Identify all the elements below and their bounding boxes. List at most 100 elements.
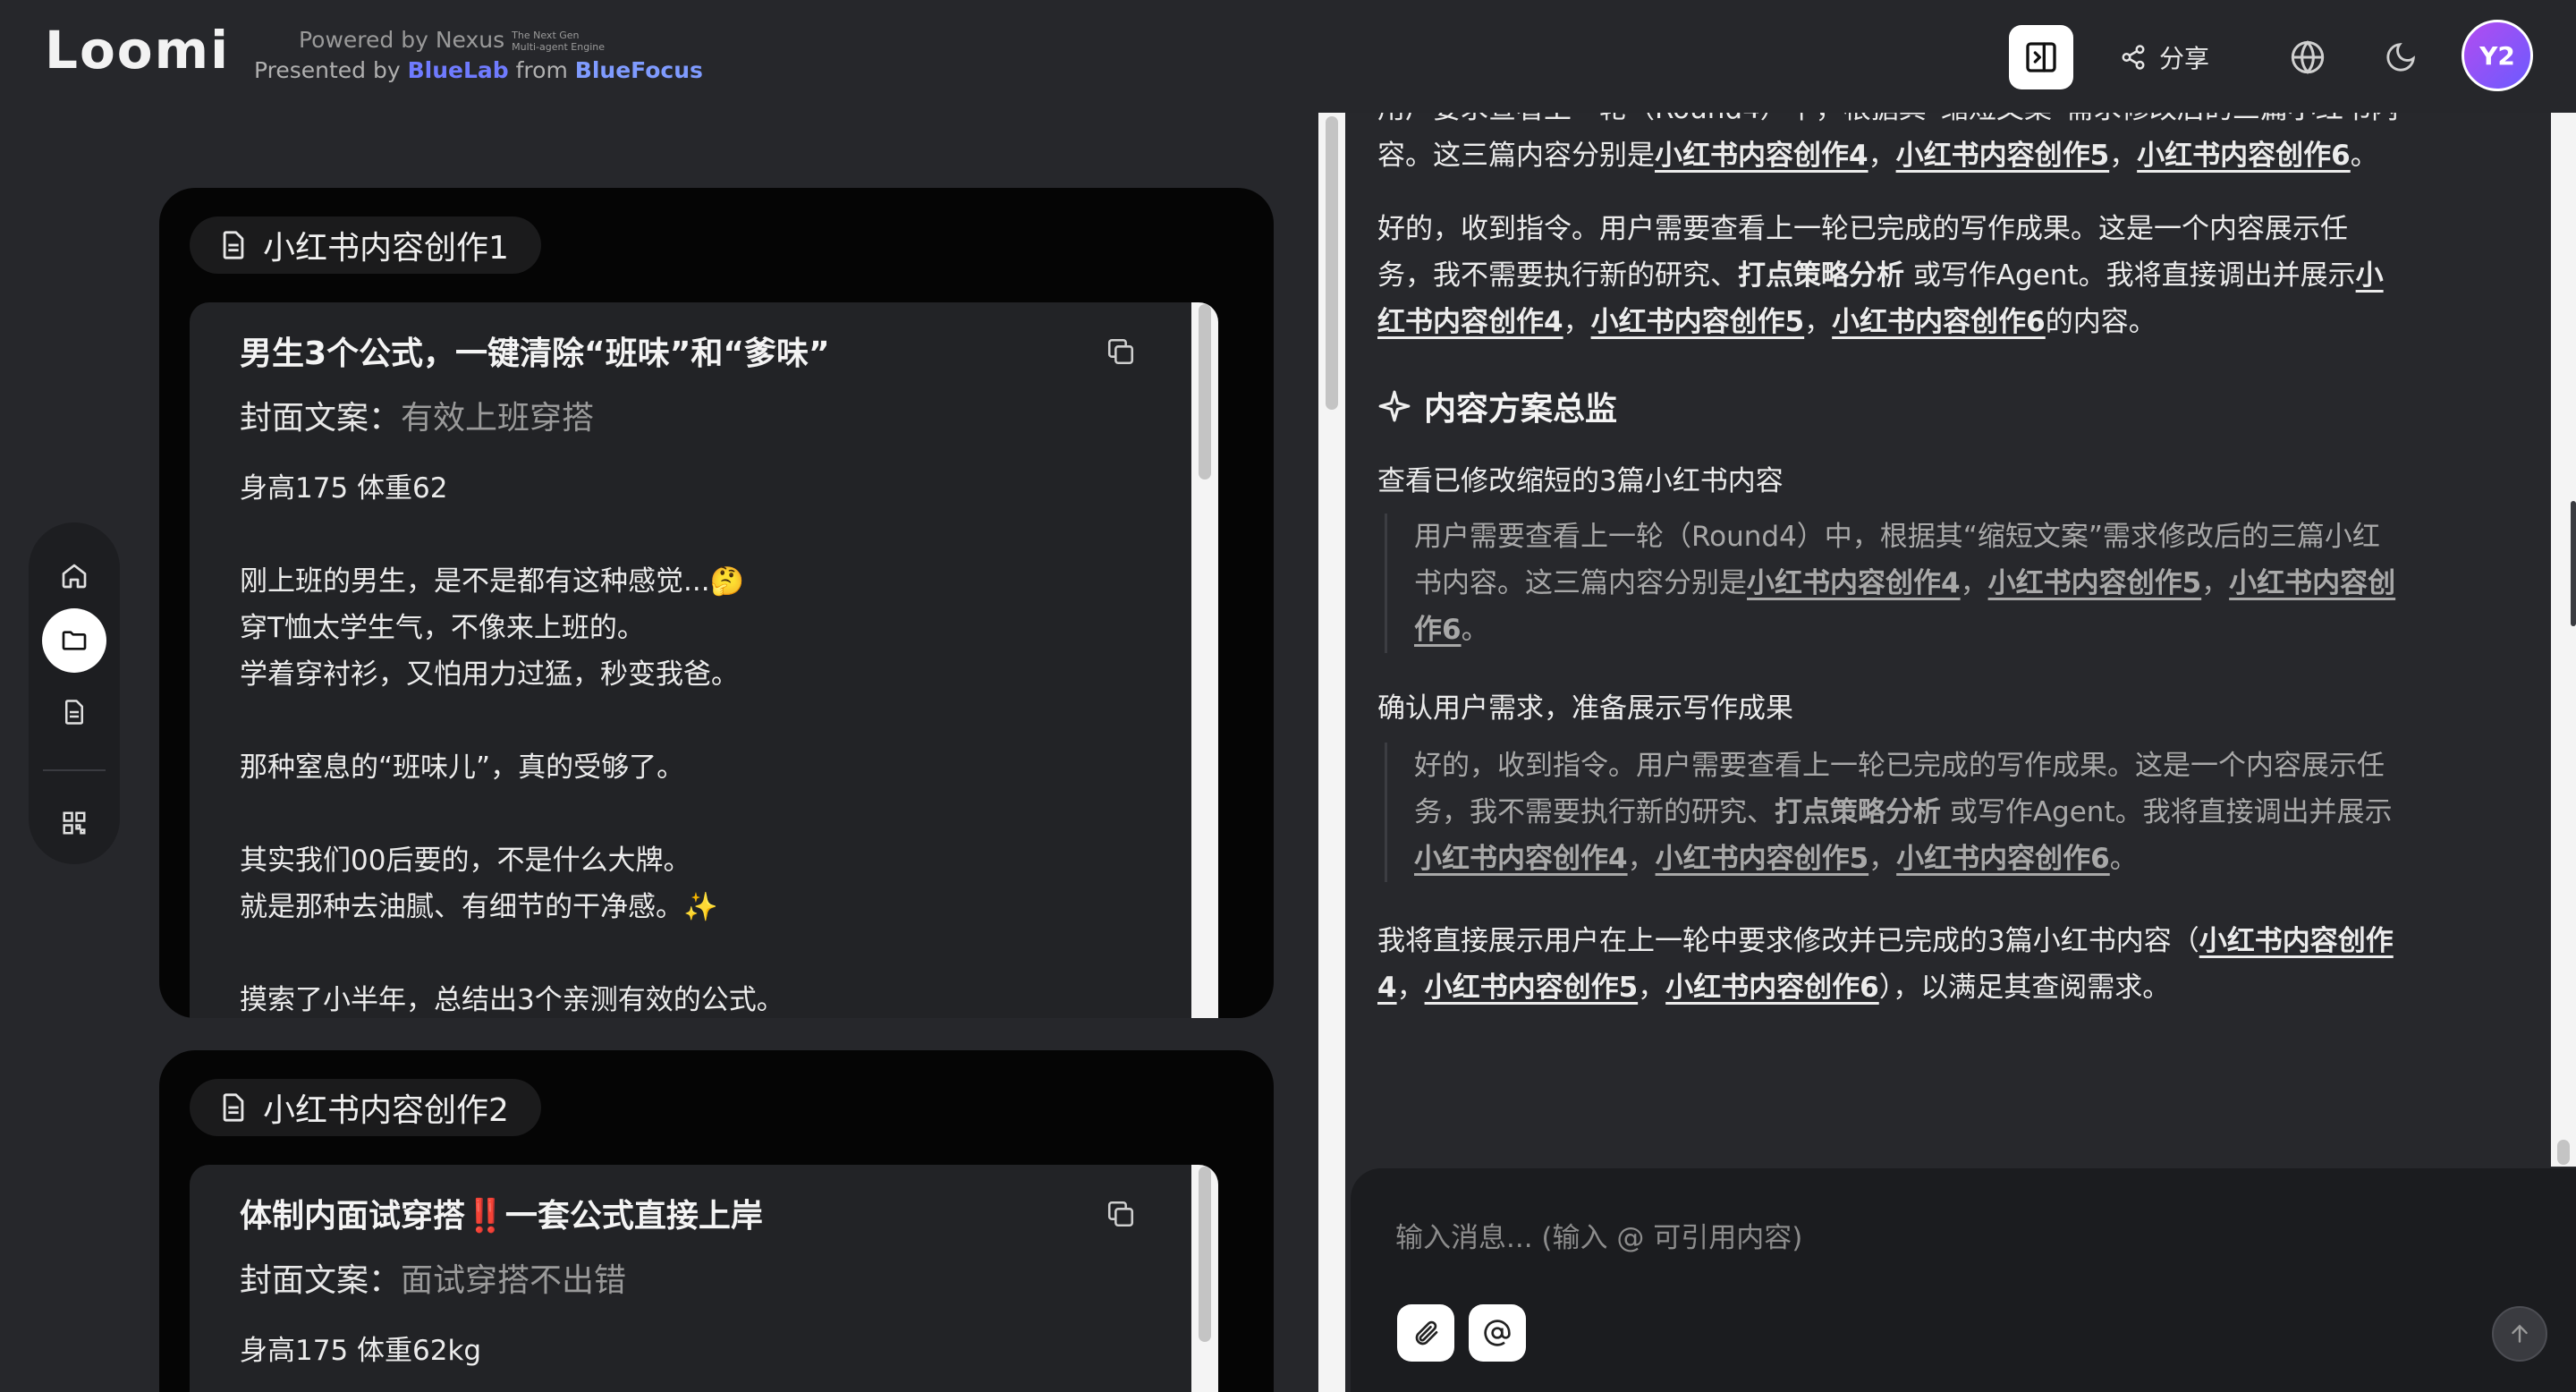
- cover-copy: 封面文案：有效上班穿搭: [240, 392, 594, 438]
- chat-sep: ，: [2201, 567, 2230, 599]
- link-creation-4[interactable]: 4: [1377, 972, 1397, 1004]
- link-creation-4[interactable]: 小红书内容创作: [2199, 925, 2394, 957]
- edge-handle[interactable]: [2571, 501, 2576, 626]
- nav-home[interactable]: [42, 544, 106, 608]
- link-creation-5[interactable]: 小红书内容创作5: [1988, 567, 2202, 599]
- link-creation-6[interactable]: 小红书内容创作6: [1832, 306, 2046, 338]
- quote-line: 用户需要查看上一轮（Round4）中，根据其“缩短文案”需求修改后的三篇小红: [1414, 521, 2380, 553]
- link-creation-4[interactable]: 小: [2356, 259, 2384, 292]
- content-scrollbar[interactable]: [1318, 113, 1345, 1392]
- chat-scrollbar[interactable]: [2551, 113, 2576, 1167]
- card-scrollbar[interactable]: [1191, 302, 1218, 1018]
- chat-bold: 打点策略分析: [1738, 259, 1904, 292]
- globe-icon: [2291, 40, 2325, 74]
- cover-label: 封面文案：: [240, 1262, 402, 1299]
- scroll-thumb[interactable]: [1199, 304, 1211, 480]
- link-creation-4[interactable]: 小红书内容创作4: [1655, 140, 1868, 172]
- attach-button[interactable]: [1397, 1304, 1454, 1362]
- panel-toggle-icon: [2026, 42, 2056, 72]
- mention-button[interactable]: [1469, 1304, 1526, 1362]
- nav-qrcode[interactable]: [42, 791, 106, 855]
- link-creation-5[interactable]: 小红书内容创作5: [1656, 843, 1869, 875]
- post-title: 体制内面试穿搭‼️一套公式直接上岸: [240, 1198, 763, 1235]
- quote-text: 书内容。这三篇内容分别是: [1414, 567, 1747, 599]
- message-input[interactable]: 输入消息... (输入 @ 可引用内容): [1395, 1215, 1802, 1255]
- chat-text: 或写作Agent。我将直接调出并展示: [1904, 259, 2356, 292]
- link-creation-4[interactable]: 小红书内容创作4: [1747, 567, 1961, 599]
- sparkle-icon: [1378, 390, 1411, 422]
- post-line: 身高175 体重62: [240, 472, 448, 505]
- card-title: 小红书内容创作2: [263, 1092, 509, 1129]
- chat-line: 4，小红书内容创作5，小红书内容创作6），以满足其查阅需求。: [1377, 964, 2513, 1011]
- link-creation-4[interactable]: 小红书内容创作4: [1414, 843, 1628, 875]
- arrow-up-icon: [2512, 1324, 2528, 1343]
- post-line: 那种窒息的“班味儿”，真的受够了。: [240, 751, 685, 784]
- presented-by: Presented by BlueLab from BlueFocus: [254, 57, 703, 83]
- link-creation-5[interactable]: 小红书内容创作5: [1896, 140, 2110, 172]
- content-card: 小红书内容创作1 男生3个公式，一键清除“班味”和“爹味” 封面文案：有效上班穿…: [159, 188, 1274, 1018]
- link-creation-6[interactable]: 小红书内容创作6: [2137, 140, 2351, 172]
- chat-text: 务，我不需要执行新的研究、: [1377, 259, 1738, 292]
- chat-line: 务，我不需要执行新的研究、打点策略分析 或写作Agent。我将直接调出并展示小: [1377, 252, 2513, 299]
- quote-line: 好的，收到指令。用户需要查看上一轮已完成的写作成果。这是一个内容展示任: [1414, 750, 2385, 782]
- step-detail: 好的，收到指令。用户需要查看上一轮已完成的写作成果。这是一个内容展示任 务，我不…: [1385, 743, 2503, 882]
- chat-paragraph: 好的，收到指令。用户需要查看上一轮已完成的写作成果。这是一个内容展示任 务，我不…: [1377, 206, 2513, 345]
- presented-from: from: [508, 57, 575, 83]
- link-creation-4[interactable]: 红书内容创作4: [1377, 306, 1563, 338]
- step-title: 确认用户需求，准备展示写作成果: [1377, 692, 1793, 725]
- scroll-thumb[interactable]: [1326, 116, 1338, 410]
- paperclip-icon: [1415, 1320, 1438, 1345]
- link-creation-6[interactable]: 小红书内容创作6: [1896, 843, 2110, 875]
- chat-line: 好的，收到指令。用户需要查看上一轮已完成的写作成果。这是一个内容展示任: [1377, 213, 2348, 245]
- quote-line: 务，我不需要执行新的研究、打点策略分析 或写作Agent。我将直接调出并展示: [1414, 789, 2503, 836]
- card-tab[interactable]: 小红书内容创作2: [190, 1079, 541, 1136]
- chat-period: 。: [2350, 140, 2378, 172]
- card-scrollbar[interactable]: [1191, 1165, 1218, 1392]
- chat-paragraph: 我将直接展示用户在上一轮中要求修改并已完成的3篇小红书内容（小红书内容创作 4，…: [1377, 918, 2513, 1011]
- step-title: 查看已修改缩短的3篇小红书内容: [1377, 465, 1784, 497]
- scroll-thumb[interactable]: [2557, 1140, 2570, 1165]
- link-creation-5[interactable]: 小红书内容创作5: [1425, 972, 1639, 1004]
- folder-icon: [62, 631, 87, 650]
- post-line: [240, 698, 1188, 744]
- quote-text: 或写作Agent。我将直接调出并展示: [1941, 796, 2393, 828]
- chat-sep: ，: [1627, 843, 1656, 875]
- message-composer: 输入消息... (输入 @ 可引用内容): [1351, 1168, 2576, 1392]
- panel-toggle-button[interactable]: [2009, 25, 2073, 89]
- app-logo[interactable]: Loomi: [45, 20, 230, 81]
- link-creation-6[interactable]: 小红书内容创作6: [1665, 972, 1879, 1004]
- chat-text: 容。这三篇内容分别是: [1377, 140, 1655, 172]
- send-button[interactable]: [2492, 1306, 2547, 1362]
- copy-icon[interactable]: [1106, 336, 1136, 367]
- nav-folder[interactable]: [42, 608, 106, 673]
- scroll-thumb[interactable]: [1199, 1167, 1211, 1342]
- chat-sep: ，: [1563, 306, 1591, 338]
- presented-bluelab: BlueLab: [407, 57, 509, 83]
- document-icon: [223, 1093, 244, 1122]
- post-body: 身高175 体重62kg: [240, 1328, 1188, 1374]
- cover-copy: 封面文案：面试穿搭不出错: [240, 1254, 626, 1301]
- card-tab[interactable]: 小红书内容创作1: [190, 216, 541, 274]
- chat-sep: ，: [1638, 972, 1666, 1004]
- language-button[interactable]: [2286, 36, 2329, 79]
- cover-label: 封面文案：: [240, 400, 402, 437]
- chat-line: 红书内容创作4，小红书内容创作5，小红书内容创作6的内容。: [1377, 299, 2513, 345]
- at-sign-icon: [1484, 1320, 1511, 1346]
- chat-line: 用户要求查看上一轮（Round4）中，根据其“缩短文案”需求修改后的三篇小红书内: [1377, 113, 2513, 132]
- powered-tagline: The Next Gen Multi-agent Engine: [512, 30, 605, 53]
- post-line: [240, 930, 1188, 977]
- copy-icon[interactable]: [1106, 1199, 1136, 1229]
- theme-toggle-button[interactable]: [2379, 36, 2422, 79]
- link-creation-6[interactable]: 作6: [1414, 614, 1462, 646]
- qrcode-icon: [63, 811, 86, 835]
- powered-tagline-1: The Next Gen: [512, 30, 580, 41]
- link-creation-5[interactable]: 小红书内容创作5: [1591, 306, 1805, 338]
- nav-document[interactable]: [42, 680, 106, 744]
- quote-line: 作6。: [1414, 607, 2503, 653]
- post-line: 就是那种去油腻、有细节的干净感。✨: [240, 891, 718, 923]
- share-button[interactable]: 分享: [2120, 32, 2209, 82]
- side-nav: [29, 522, 120, 864]
- user-avatar[interactable]: Y2: [2462, 20, 2533, 91]
- moon-icon: [2386, 43, 2415, 72]
- link-creation-6[interactable]: 小红书内容创: [2229, 567, 2395, 599]
